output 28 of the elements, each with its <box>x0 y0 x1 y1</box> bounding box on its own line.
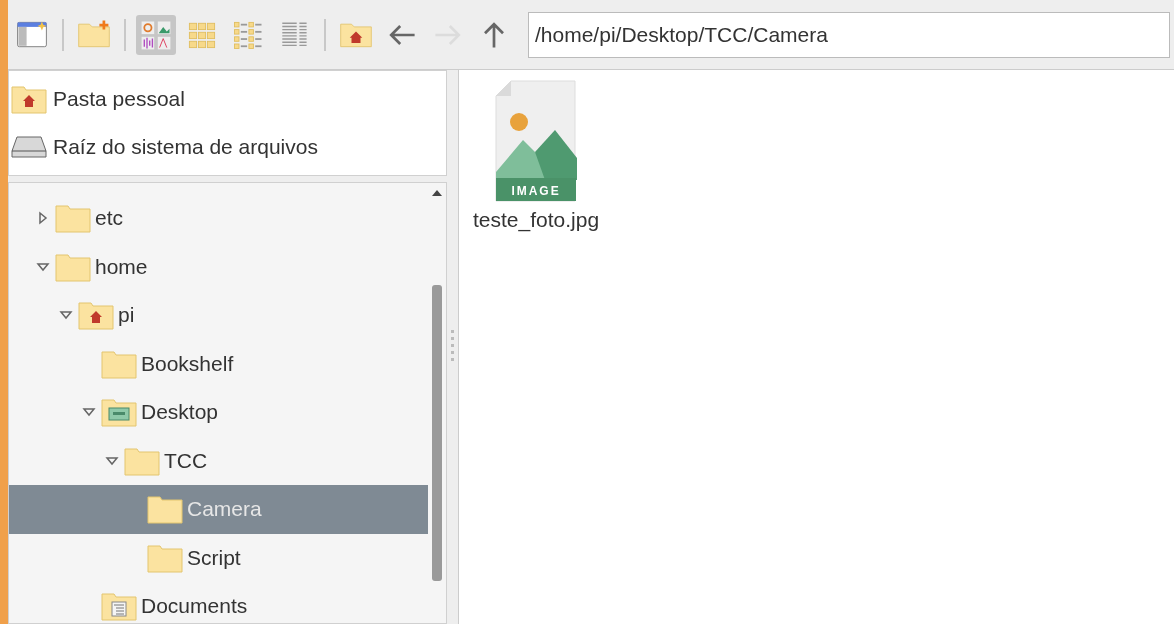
tree-item[interactable]: Documents <box>9 582 428 623</box>
place-item[interactable]: Raíz do sistema de arquivos <box>9 123 446 171</box>
home-folder-icon <box>78 300 114 331</box>
file-item[interactable]: IMAGE teste_foto.jpg <box>473 80 600 232</box>
folder-icon <box>147 542 183 573</box>
path-field[interactable]: /home/pi/Desktop/TCC/Camera <box>528 11 1170 58</box>
drive-icon <box>11 134 47 160</box>
tree-item[interactable]: etc <box>9 194 428 243</box>
folder-icon <box>147 494 183 525</box>
desktop-folder-icon <box>101 397 137 428</box>
folder-icon <box>124 445 160 476</box>
folder-icon <box>55 203 91 234</box>
scrollbar-thumb[interactable] <box>432 285 442 581</box>
folder-icon <box>55 251 91 282</box>
tree-item[interactable]: home <box>9 242 428 291</box>
scroll-up-icon[interactable] <box>432 189 442 196</box>
home-folder-icon <box>11 84 47 114</box>
tree-item[interactable]: Desktop <box>9 388 428 437</box>
folder-icon <box>101 348 137 379</box>
resize-grip-icon[interactable] <box>451 330 454 364</box>
icon-caption: IMAGE <box>510 183 562 200</box>
place-item[interactable]: Pasta pessoal <box>9 75 446 123</box>
image-file-icon <box>495 80 578 202</box>
tree-item[interactable]: Bookshelf <box>9 339 428 388</box>
tree-item[interactable]: Script <box>9 533 428 582</box>
toolbar-button[interactable] <box>136 14 176 55</box>
tree-item[interactable]: pi <box>9 291 428 340</box>
tree-item[interactable]: TCC <box>9 436 428 485</box>
